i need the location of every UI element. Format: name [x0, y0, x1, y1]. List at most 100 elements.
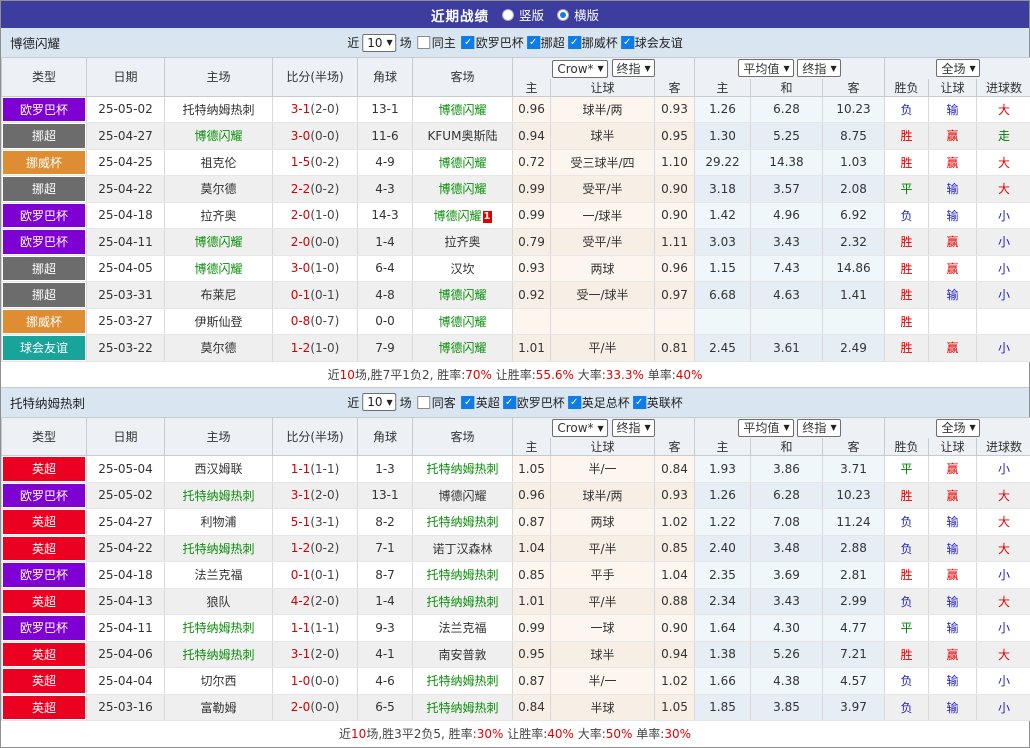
match-row: 挪威杯25-03-27伊斯仙登0-8(0-7)0-0博德闪耀胜	[2, 308, 1030, 335]
league-type-cell: 欧罗巴杯	[2, 96, 87, 123]
checkbox-icon[interactable]	[418, 36, 431, 49]
result-cell: 胜	[885, 282, 929, 309]
filter-matches-label: 场	[400, 34, 412, 51]
layout-radio-horizontal[interactable]: 横版	[557, 5, 599, 24]
result-cell: 胜	[885, 229, 929, 256]
avg-away-cell: 8.75	[823, 123, 885, 150]
filter-matches-label: 场	[400, 394, 412, 411]
avg-draw-cell: 6.28	[751, 96, 823, 123]
league-filter-checkbox[interactable]: ✓英联杯	[633, 394, 683, 411]
odds-source-select[interactable]: Crow*▼	[552, 419, 607, 437]
checkbox-checked-icon[interactable]: ✓	[503, 396, 516, 409]
league-filter-checkbox[interactable]: ✓挪超	[527, 34, 565, 51]
checkbox-checked-icon[interactable]: ✓	[527, 36, 540, 49]
league-filter-group: ✓欧罗巴杯✓挪超✓挪威杯✓球会友谊	[459, 34, 683, 51]
avg-home-cell: 2.45	[695, 335, 751, 362]
score-cell: 0-1(0-1)	[273, 282, 358, 309]
checkbox-checked-icon[interactable]: ✓	[568, 396, 581, 409]
checkbox-checked-icon[interactable]: ✓	[462, 396, 475, 409]
avg-stage-select[interactable]: 终指▼	[797, 59, 840, 77]
topbar: 近期战绩 竖版 横版	[1, 1, 1029, 28]
checkbox-checked-icon[interactable]: ✓	[568, 36, 581, 49]
scope-value: 全场	[941, 60, 965, 77]
checkbox-checked-icon[interactable]: ✓	[462, 36, 475, 49]
league-filter-checkbox[interactable]: ✓欧罗巴杯	[462, 34, 524, 51]
team-link: 托特纳姆热刺	[182, 103, 254, 117]
scope-select[interactable]: 全场▼	[936, 59, 979, 77]
away-odds-cell: 0.94	[655, 641, 695, 668]
corner-cell: 13-1	[358, 482, 413, 509]
avg-stage-select[interactable]: 终指▼	[797, 419, 840, 437]
league-type-cell: 英超	[2, 588, 87, 615]
result-cell: 负	[885, 509, 929, 536]
avg-home-cell: 1.66	[695, 668, 751, 695]
away-team-cell: 博德闪耀	[413, 308, 513, 335]
match-date-cell: 25-04-04	[87, 668, 165, 695]
radio-horizontal-label: 横版	[574, 5, 599, 24]
result-cell: 平	[885, 456, 929, 483]
checkbox-checked-icon[interactable]: ✓	[621, 36, 634, 49]
same-venue-checkbox[interactable]: 同客	[418, 394, 456, 411]
league-filter-checkbox[interactable]: ✓欧罗巴杯	[503, 394, 565, 411]
avg-source-select[interactable]: 平均值▼	[738, 59, 793, 77]
summary-text: 让胜率:	[503, 727, 547, 741]
home-team-cell: 博德闪耀	[165, 229, 273, 256]
col-header-result: 胜负	[885, 79, 929, 97]
scope-value: 全场	[941, 419, 965, 436]
team-link: 博德闪耀	[438, 156, 486, 170]
league-type-cell: 英超	[2, 641, 87, 668]
checkbox-checked-icon[interactable]: ✓	[633, 396, 646, 409]
match-count-select[interactable]: 10▼	[362, 34, 396, 52]
col-header-date: 日期	[87, 58, 165, 97]
away-odds-cell: 0.96	[655, 255, 695, 282]
league-type-cell: 欧罗巴杯	[2, 229, 87, 256]
away-team-cell: 法兰克福	[413, 615, 513, 642]
odds-stage-select[interactable]: 终指▼	[612, 419, 655, 437]
checkbox-icon[interactable]	[418, 396, 431, 409]
team-name: 托特纳姆热刺	[1, 393, 85, 412]
layout-radio-vertical[interactable]: 竖版	[502, 5, 544, 24]
corner-cell: 8-2	[358, 509, 413, 536]
handicap-cell: 两球	[551, 255, 655, 282]
corner-cell: 6-5	[358, 694, 413, 721]
away-team-cell: 汉坎	[413, 255, 513, 282]
league-type-cell: 欧罗巴杯	[2, 562, 87, 589]
home-odds-cell: 1.04	[513, 535, 551, 562]
team-link: 托特纳姆热刺	[426, 701, 498, 715]
avg-draw-cell: 7.43	[751, 255, 823, 282]
match-count-select[interactable]: 10▼	[362, 393, 396, 411]
away-odds-cell: 0.97	[655, 282, 695, 309]
avg-source-select[interactable]: 平均值▼	[738, 419, 793, 437]
radio-icon[interactable]	[557, 9, 569, 21]
league-filter-checkbox[interactable]: ✓球会友谊	[621, 34, 683, 51]
league-filter-checkbox[interactable]: ✓英足总杯	[568, 394, 630, 411]
away-team-cell: 托特纳姆热刺	[413, 562, 513, 589]
corner-cell: 1-4	[358, 229, 413, 256]
team-link: 西汉姆联	[194, 462, 242, 476]
match-date-cell: 25-04-05	[87, 255, 165, 282]
odds-source-select[interactable]: Crow*▼	[552, 60, 607, 78]
same-venue-checkbox[interactable]: 同主	[418, 34, 456, 51]
result-cell: 胜	[885, 641, 929, 668]
league-filter-checkbox[interactable]: ✓挪威杯	[568, 34, 618, 51]
corner-cell: 7-9	[358, 335, 413, 362]
odds-stage-select[interactable]: 终指▼	[612, 59, 655, 77]
corner-cell: 14-3	[358, 202, 413, 229]
result-cell: 平	[885, 176, 929, 203]
handicap-result-cell: 输	[929, 202, 977, 229]
home-odds-cell: 0.99	[513, 615, 551, 642]
summary-text: 场,胜3平2负5, 胜率:	[366, 727, 476, 741]
page-title: 近期战绩	[431, 5, 489, 25]
avg-away-cell: 2.49	[823, 335, 885, 362]
team-name: 博德闪耀	[1, 33, 60, 52]
match-count-value: 10	[367, 395, 382, 409]
team-link: 博德闪耀	[438, 288, 486, 302]
result-cell: 负	[885, 202, 929, 229]
score-cell: 0-1(0-1)	[273, 562, 358, 589]
handicap-cell: 受三球半/四	[551, 149, 655, 176]
team-link: 博德闪耀	[438, 489, 486, 503]
league-filter-checkbox[interactable]: ✓英超	[462, 394, 500, 411]
avg-home-cell: 3.03	[695, 229, 751, 256]
scope-select[interactable]: 全场▼	[936, 419, 979, 437]
radio-icon[interactable]	[502, 9, 514, 21]
